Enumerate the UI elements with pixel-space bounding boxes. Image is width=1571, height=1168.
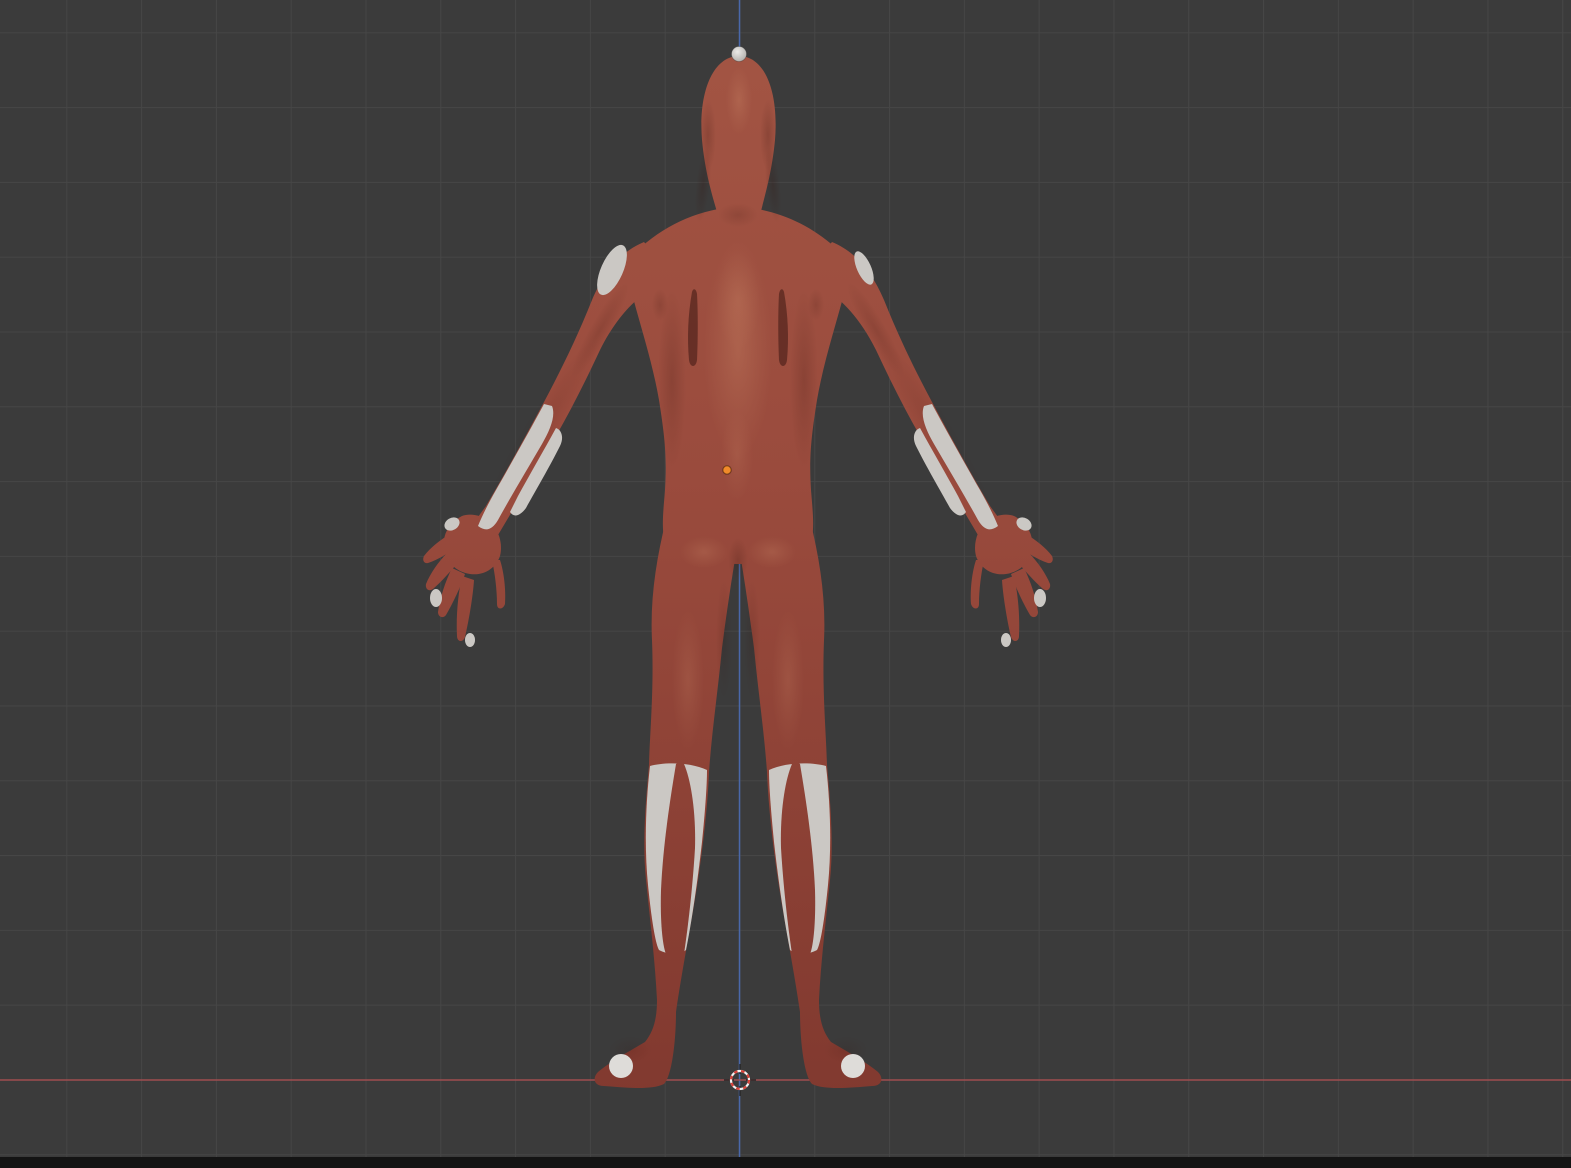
viewport-canvas[interactable]	[0, 0, 1571, 1168]
blender-3d-viewport[interactable]	[0, 0, 1571, 1168]
mesh-hand-right-thumb	[970, 560, 984, 609]
character-mesh[interactable]	[423, 56, 1053, 1088]
mesh-hand-left-thumb	[492, 560, 506, 609]
object-origin-dot	[722, 465, 732, 475]
patch-hand-left	[465, 633, 475, 647]
x-axis-line	[0, 1079, 1571, 1081]
head-top-sphere-handle[interactable]	[731, 46, 747, 62]
mesh-shading	[480, 66, 996, 1064]
patch-hand-left	[430, 589, 442, 607]
patch-hand-right	[1034, 589, 1046, 607]
patch-heel-left	[609, 1054, 633, 1078]
patch-hand-right	[1001, 633, 1011, 647]
status-bar	[0, 1157, 1571, 1168]
patch-heel-right	[841, 1054, 865, 1078]
